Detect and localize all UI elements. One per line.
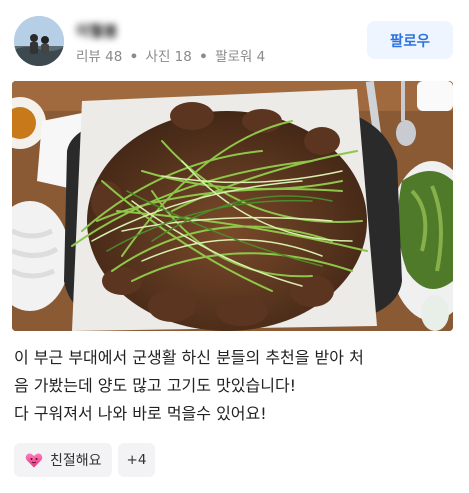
stats-separator: •	[199, 49, 208, 65]
review-count: 리뷰 48	[76, 49, 123, 65]
follower-count: 팔로워 4	[215, 49, 266, 65]
heart-emoji-icon	[24, 450, 44, 470]
review-line: 음 가봤는데 양도 많고 고기도 맛있습니다!	[14, 376, 297, 395]
username[interactable]: 이혈봄	[76, 20, 117, 41]
review-line: 다 구워져서 나와 바로 먹을수 있어요!	[14, 404, 267, 423]
review-header: 이혈봄 리뷰 48 • 사진 18 • 팔로워 4 팔로우	[14, 14, 455, 70]
food-photo-image	[12, 81, 453, 331]
stats-separator: •	[129, 49, 139, 65]
kind-reaction-label: 친절해요	[50, 453, 102, 469]
avatar[interactable]	[14, 16, 64, 66]
review-photo[interactable]	[12, 81, 453, 331]
user-stats: 리뷰 48 • 사진 18 • 팔로워 4	[76, 45, 265, 65]
avatar-image	[14, 16, 64, 66]
reaction-chips: 친절해요 +4	[14, 443, 156, 477]
photo-count: 사진 18	[145, 49, 192, 65]
review-line: 이 부근 부대에서 군생활 하신 분들의 추천을 받아 처	[14, 348, 364, 367]
more-reactions-chip[interactable]: +4	[117, 443, 156, 477]
follow-button[interactable]: 팔로우	[367, 21, 453, 59]
kind-reaction-chip[interactable]: 친절해요	[14, 443, 112, 477]
review-text: 이 부근 부대에서 군생활 하신 분들의 추천을 받아 처 음 가봤는데 양도 …	[14, 344, 454, 428]
